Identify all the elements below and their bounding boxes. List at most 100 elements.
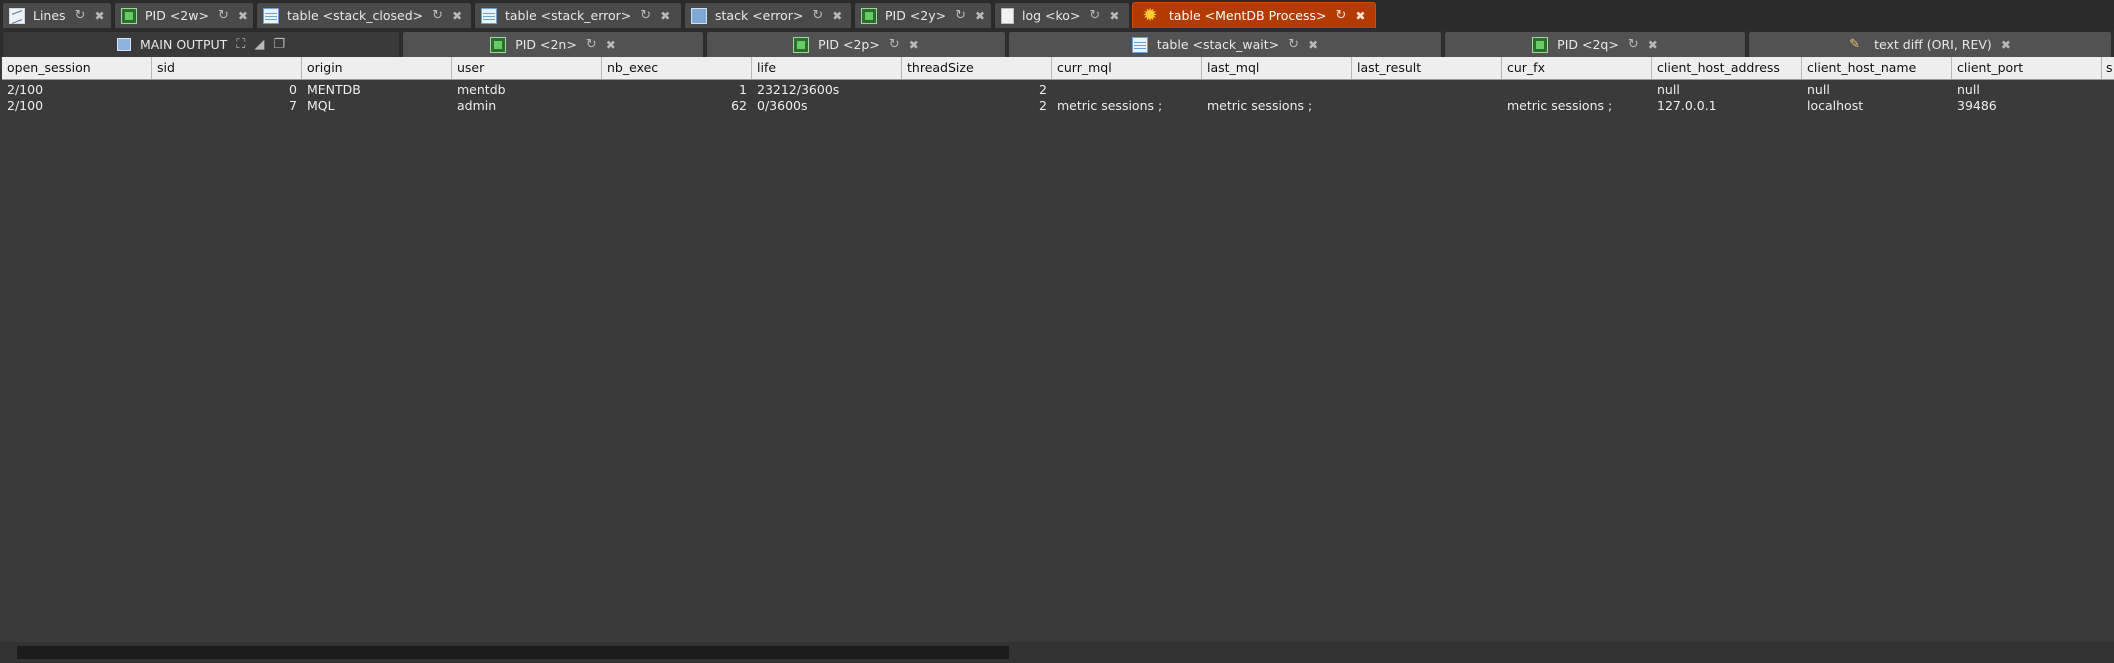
secondary-tab-bar: MAIN OUTPUT ⛶ ◢ ❐ PID <2n> ↻ ✖ PID <2p> … [0,30,2114,57]
tab-label: table <stack_error> [505,8,632,23]
tab-text-diff[interactable]: ✎ text diff (ORI, REV) ✖ [1748,31,2112,57]
cell-user: admin [457,98,497,113]
refresh-icon[interactable]: ↻ [75,9,86,22]
refresh-icon[interactable]: ↻ [1288,38,1299,51]
tab-main-output[interactable]: MAIN OUTPUT ⛶ ◢ ❐ [2,31,400,57]
tab-pid-2w[interactable]: PID <2w> ↻ ✖ [114,2,254,28]
close-icon[interactable]: ✖ [606,39,616,51]
main-output-icon [116,38,131,51]
tab-label: table <stack_closed> [287,8,424,23]
column-header-threadsize[interactable]: threadSize [902,57,1052,79]
process-table: open_session sid origin user nb_exec lif… [2,57,2114,114]
refresh-icon[interactable]: ↻ [812,9,823,22]
column-header-origin[interactable]: origin [302,57,452,79]
refresh-icon[interactable]: ↻ [1089,9,1100,22]
table-icon [263,7,279,24]
tab-table-stack-error[interactable]: table <stack_error> ↻ ✖ [474,2,682,28]
cell-client-port: 39486 [1957,98,1997,113]
refresh-icon[interactable]: ↻ [432,9,443,22]
refresh-icon[interactable]: ↻ [955,9,966,22]
column-header-last-mql[interactable]: last_mql [1202,57,1352,79]
refresh-icon[interactable]: ↻ [889,38,900,51]
tab-label: PID <2q> [1557,37,1619,52]
table-row[interactable]: 2/100 0 MENTDB mentdb 1 23212/3600s 2 nu… [2,82,2114,98]
close-icon[interactable]: ✖ [1109,10,1119,22]
tab-pid-2n[interactable]: PID <2n> ↻ ✖ [402,31,704,57]
cell-last-result [1352,98,1502,114]
cell-last-mql: metric sessions ; [1207,98,1313,113]
close-icon[interactable]: ✖ [660,10,670,22]
refresh-icon[interactable]: ↻ [1628,38,1639,51]
copy-icon[interactable]: ❐ [273,38,285,51]
close-icon[interactable]: ✖ [1648,39,1658,51]
cell-nb-exec: 1 [739,82,747,97]
close-icon[interactable]: ✖ [975,10,985,22]
tab-stack-error[interactable]: stack <error> ↻ ✖ [684,2,852,28]
cell-origin: MENTDB [307,82,361,97]
tab-label: PID <2y> [885,8,947,23]
close-icon[interactable]: ✖ [909,39,919,51]
tab-log-ko[interactable]: log <ko> ↻ ✖ [994,2,1130,28]
refresh-icon[interactable]: ↻ [218,9,229,22]
pid-icon [490,36,507,53]
tab-table-mentdb-process[interactable]: ✹ table <MentDB Process> ↻ ✖ [1132,2,1376,28]
tab-table-stack-wait[interactable]: table <stack_wait> ↻ ✖ [1008,31,1442,57]
cell-client-host-name: null [1807,82,1830,97]
refresh-icon[interactable]: ↻ [640,9,651,22]
tab-pid-2p[interactable]: PID <2p> ↻ ✖ [706,31,1006,57]
tab-pid-2y[interactable]: PID <2y> ↻ ✖ [854,2,992,28]
cell-client-port: null [1957,82,1980,97]
table-header: open_session sid origin user nb_exec lif… [2,57,2114,80]
column-header-nb-exec[interactable]: nb_exec [602,57,752,79]
tab-pid-2q[interactable]: PID <2q> ↻ ✖ [1444,31,1746,57]
close-icon[interactable]: ✖ [1355,10,1365,22]
column-header-user[interactable]: user [452,57,602,79]
column-header-open-session[interactable]: open_session [2,57,152,79]
tab-lines[interactable]: Lines ↻ ✖ [2,2,112,28]
cell-origin: MQL [307,98,335,113]
close-icon[interactable]: ✖ [94,10,104,22]
column-header-client-port[interactable]: client_port [1952,57,2102,79]
cell-open-session: 2/100 [7,82,44,97]
tab-label: text diff (ORI, REV) [1874,37,1992,52]
table-row[interactable]: 2/100 7 MQL admin 62 0/3600s 2 metric se… [2,98,2114,114]
stack-icon [691,7,707,24]
column-header-curr-mql[interactable]: curr_mql [1052,57,1202,79]
table-icon [481,7,497,24]
close-icon[interactable]: ✖ [2001,39,2011,51]
refresh-icon[interactable]: ↻ [586,38,597,51]
column-header-life[interactable]: life [752,57,902,79]
cell-client-host-address: 127.0.0.1 [1657,98,1717,113]
scrollbar-thumb[interactable] [17,646,1009,659]
close-icon[interactable]: ✖ [1308,39,1318,51]
column-header-sid[interactable]: sid [152,57,302,79]
cell-nb-exec: 62 [731,98,747,113]
tab-label: MAIN OUTPUT [139,37,228,52]
column-header-client-host-address[interactable]: client_host_address [1652,57,1802,79]
arrow-icon[interactable]: ◢ [254,38,264,51]
horizontal-scrollbar[interactable] [0,642,2114,663]
column-header-cur-fx[interactable]: cur_fx [1502,57,1652,79]
column-header-truncated[interactable]: s [2102,57,2114,79]
refresh-icon[interactable]: ↻ [1335,9,1346,22]
cell-sid: 0 [289,82,297,97]
tab-label: log <ko> [1022,8,1081,23]
cell-cur-fx [1502,82,1652,98]
cell-threadsize: 2 [1039,98,1047,113]
cell-open-session: 2/100 [7,98,44,113]
close-icon[interactable]: ✖ [832,10,842,22]
cell-last-result [1352,82,1502,98]
cell-cur-fx: metric sessions ; [1507,98,1613,113]
maximize-icon[interactable]: ⛶ [236,38,245,51]
cell-sid: 7 [289,98,297,113]
tab-table-stack-closed[interactable]: table <stack_closed> ↻ ✖ [256,2,472,28]
table-icon [1131,36,1148,53]
column-header-last-result[interactable]: last_result [1352,57,1502,79]
column-header-client-host-name[interactable]: client_host_name [1802,57,1952,79]
cell-last-mql [1202,82,1352,98]
close-icon[interactable]: ✖ [452,10,462,22]
pid-icon [861,7,877,24]
cell-life: 23212/3600s [757,82,840,97]
pid-icon [121,7,137,24]
close-icon[interactable]: ✖ [238,10,248,22]
